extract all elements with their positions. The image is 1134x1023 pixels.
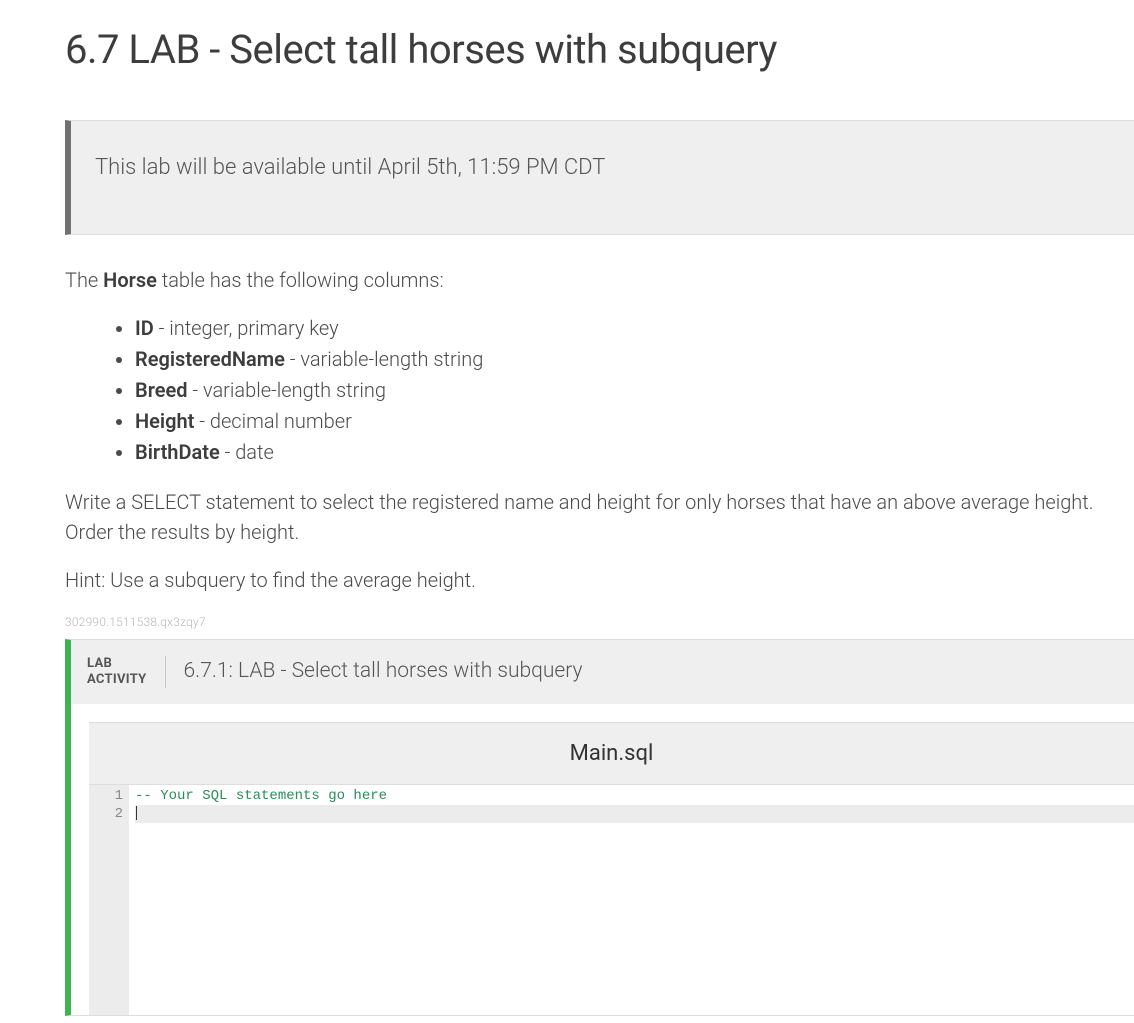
line-number: 1 bbox=[95, 787, 123, 805]
list-item: Height - decimal number bbox=[135, 406, 1134, 436]
line-number: 2 bbox=[95, 805, 123, 823]
lab-label-line2: ACTIVITY bbox=[87, 672, 147, 687]
lab-activity-title: 6.7.1: LAB - Select tall horses with sub… bbox=[166, 656, 583, 688]
hint-paragraph: Hint: Use a subquery to find the average… bbox=[65, 565, 1134, 595]
code-line[interactable] bbox=[135, 805, 1134, 823]
intro-prefix: The bbox=[65, 268, 103, 292]
col-desc: - decimal number bbox=[194, 409, 351, 433]
instruction-paragraph: Write a SELECT statement to select the r… bbox=[65, 487, 1134, 547]
content-id: 302990.1511538.qx3zqy7 bbox=[65, 613, 1134, 631]
availability-notice: This lab will be available until April 5… bbox=[65, 120, 1134, 235]
lab-activity-box: LAB ACTIVITY 6.7.1: LAB - Select tall ho… bbox=[65, 639, 1134, 1016]
list-item: BirthDate - date bbox=[135, 437, 1134, 467]
col-name: Breed bbox=[135, 378, 188, 402]
columns-list: ID - integer, primary key RegisteredName… bbox=[65, 313, 1134, 467]
code-editor[interactable]: 1 2 -- Your SQL statements go here bbox=[89, 785, 1134, 1015]
lab-body: Main.sql 1 2 -- Your SQL statements go h… bbox=[71, 704, 1134, 1015]
file-tab[interactable]: Main.sql bbox=[89, 722, 1134, 785]
intro-suffix: table has the following columns: bbox=[157, 268, 444, 292]
editor-code-area[interactable]: -- Your SQL statements go here bbox=[129, 785, 1134, 1015]
editor-gutter: 1 2 bbox=[89, 785, 129, 1015]
col-desc: - integer, primary key bbox=[154, 316, 339, 340]
lab-label-line1: LAB bbox=[87, 656, 112, 671]
page-title: 6.7 LAB - Select tall horses with subque… bbox=[65, 20, 1134, 80]
text-cursor bbox=[136, 806, 137, 820]
code-comment: -- Your SQL statements go here bbox=[135, 788, 387, 804]
list-item: Breed - variable-length string bbox=[135, 375, 1134, 405]
lab-header: LAB ACTIVITY 6.7.1: LAB - Select tall ho… bbox=[71, 640, 1134, 704]
col-name: ID bbox=[135, 316, 154, 340]
code-line[interactable]: -- Your SQL statements go here bbox=[135, 787, 1134, 805]
lab-label: LAB ACTIVITY bbox=[87, 656, 166, 689]
table-name: Horse bbox=[103, 268, 157, 292]
col-desc: - variable-length string bbox=[188, 378, 386, 402]
col-desc: - variable-length string bbox=[285, 347, 483, 371]
list-item: RegisteredName - variable-length string bbox=[135, 344, 1134, 374]
intro-paragraph: The Horse table has the following column… bbox=[65, 265, 1134, 295]
col-name: Height bbox=[135, 409, 194, 433]
col-desc: - date bbox=[220, 440, 274, 464]
col-name: BirthDate bbox=[135, 440, 220, 464]
list-item: ID - integer, primary key bbox=[135, 313, 1134, 343]
col-name: RegisteredName bbox=[135, 347, 285, 371]
